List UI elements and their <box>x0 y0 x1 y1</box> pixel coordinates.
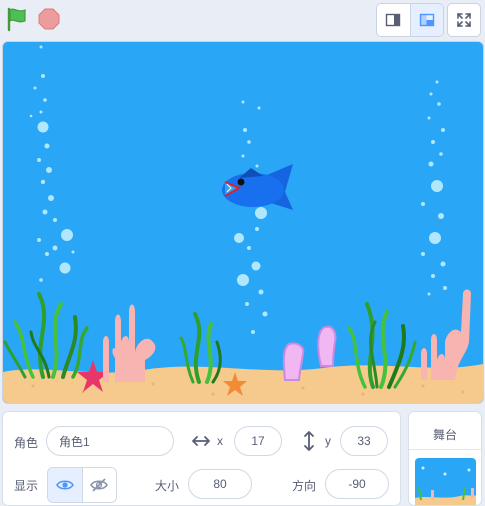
stage-header <box>0 0 485 40</box>
show-label: 显示 <box>14 479 39 493</box>
fullscreen-icon <box>457 13 471 27</box>
y-position-input[interactable] <box>340 426 388 456</box>
small-stage-icon <box>386 13 401 27</box>
y-axis-arrows-icon <box>304 431 314 451</box>
x-position-input[interactable] <box>234 426 282 456</box>
normal-stage-icon <box>419 13 434 27</box>
x-axis-arrows-icon <box>192 436 210 446</box>
stage-selector[interactable]: 舞台 <box>408 411 482 506</box>
x-label: x <box>217 434 223 448</box>
eye-slash-icon <box>90 478 109 492</box>
stage-selector-divider <box>409 449 481 450</box>
hide-sprite-button[interactable] <box>81 468 116 502</box>
stage-thumbnail <box>415 458 476 505</box>
normal-stage-button[interactable] <box>409 4 443 36</box>
green-flag-icon <box>7 7 26 32</box>
stage-size-toggle <box>376 3 444 37</box>
eye-icon <box>55 480 74 490</box>
size-label: 大小 <box>155 479 180 493</box>
sprite-info-panel: 角色 x y 显示 大小 方向 <box>2 411 401 506</box>
sprite-name-input[interactable] <box>46 426 174 456</box>
stage-selector-title: 舞台 <box>432 428 457 442</box>
sprite-label: 角色 <box>14 436 39 450</box>
direction-label: 方向 <box>292 479 317 493</box>
underwater-backdrop <box>3 42 483 403</box>
y-label: y <box>325 434 331 448</box>
stop-icon <box>38 8 60 30</box>
stage-canvas[interactable] <box>2 41 484 404</box>
direction-input[interactable] <box>325 469 389 499</box>
show-sprite-button[interactable] <box>48 468 82 502</box>
size-input[interactable] <box>188 469 252 499</box>
stop-button[interactable] <box>38 8 60 30</box>
small-stage-button[interactable] <box>377 4 410 36</box>
fullscreen-button[interactable] <box>447 3 481 37</box>
green-flag-button[interactable] <box>4 6 30 32</box>
visibility-toggle <box>47 467 117 503</box>
